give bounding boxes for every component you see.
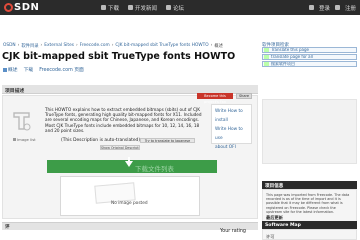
project-info-header: 项目信息 bbox=[262, 181, 357, 189]
register-icon bbox=[334, 5, 340, 10]
ad-placeholder bbox=[262, 99, 357, 164]
software-map-title: Software Map bbox=[265, 222, 301, 228]
fan-button[interactable]: Become this project's Fan bbox=[197, 93, 233, 104]
image-icon bbox=[13, 138, 16, 141]
download-label: 下载文件列表 bbox=[135, 165, 174, 173]
tab-download[interactable]: 下载 bbox=[24, 66, 34, 73]
tab-freecode-page[interactable]: Freecode.com 页面 bbox=[39, 66, 84, 73]
translate-select[interactable]: Translate this page bbox=[262, 47, 357, 53]
nav-item-download[interactable]: 下载 bbox=[101, 4, 119, 12]
no-image-text: No image posted bbox=[111, 201, 148, 206]
software-map-box: 许可 bbox=[262, 229, 357, 240]
account-nav: 登录 注册 bbox=[308, 0, 356, 15]
nav-label: 下载 bbox=[108, 5, 120, 12]
howto-links-box: Write How to install Write How to use ab… bbox=[211, 104, 252, 150]
login-link[interactable]: 登录 bbox=[319, 4, 330, 12]
show-original-button[interactable]: Show Original Description bbox=[100, 145, 140, 150]
breadcrumb: OSDN › 软件目录 › External Sites › Freecode.com… bbox=[3, 43, 223, 49]
translate-option[interactable]: translate page for all bbox=[262, 54, 357, 60]
forum-icon bbox=[166, 5, 172, 10]
share-button[interactable]: Share bbox=[236, 93, 252, 99]
last-update-label: 最后更新 bbox=[266, 215, 283, 221]
breadcrumb-item[interactable]: Freecode.com bbox=[80, 43, 110, 49]
translate-icon bbox=[264, 55, 269, 59]
translate-icon bbox=[264, 48, 269, 52]
logo-circle-icon bbox=[4, 3, 13, 12]
section-title: 项目描述 bbox=[5, 89, 25, 94]
project-tabs: 概述 下载 Freecode.com 页面 bbox=[3, 66, 84, 73]
page-title: CJK bit-mapped sbit TrueType fonts HOWTO bbox=[2, 51, 236, 62]
nav-item-news[interactable]: 开发新闻 bbox=[128, 4, 157, 12]
about-ofi-link[interactable]: about OFI bbox=[215, 143, 248, 152]
logo-text: SDN bbox=[14, 2, 40, 13]
project-info-text: This page was imported from Freecode. Th… bbox=[266, 193, 350, 214]
search-icon bbox=[264, 62, 269, 66]
download-arrow-icon bbox=[125, 161, 133, 167]
review-section-title: 评 bbox=[5, 225, 10, 230]
nav-label: 开发新闻 bbox=[135, 5, 158, 12]
breadcrumb-item[interactable]: External Sites bbox=[44, 43, 74, 49]
nav-item-forum[interactable]: 论坛 bbox=[166, 4, 184, 12]
breadcrumb-current: 概述 bbox=[214, 44, 223, 49]
image-list-link[interactable]: Image list bbox=[13, 137, 36, 142]
translate-button[interactable]: Try to translate to Japanese bbox=[140, 138, 195, 143]
main-nav: 下载 开发新闻 论坛 bbox=[101, 0, 184, 15]
breadcrumb-item[interactable]: 软件目录 bbox=[21, 43, 38, 49]
screenshot-placeholder: No image posted bbox=[60, 176, 200, 216]
software-map-header: Software Map bbox=[262, 221, 357, 229]
project-search-panel: Translate this page translate page for a… bbox=[262, 47, 357, 68]
project-image-icon bbox=[13, 112, 31, 131]
tab-overview[interactable]: 概述 bbox=[3, 66, 18, 73]
home-icon bbox=[3, 67, 7, 72]
project-description: This HOWTO explains how to extract embed… bbox=[45, 107, 202, 133]
news-icon bbox=[128, 5, 134, 10]
breadcrumb-item[interactable]: OSDN bbox=[3, 43, 16, 49]
login-icon bbox=[308, 5, 314, 10]
project-search-input[interactable]: 搜索软件项目 bbox=[262, 61, 357, 67]
download-button[interactable]: 下载文件列表 bbox=[47, 157, 217, 173]
write-usage-link[interactable]: Write How to use bbox=[215, 125, 248, 143]
breadcrumb-item[interactable]: CJK bit-mapped sbit TrueType fonts HOWTO bbox=[115, 43, 208, 49]
top-nav-bar: SDN 下载 开发新闻 论坛 登录 注册 bbox=[0, 0, 360, 15]
license-label: 许可 bbox=[266, 234, 275, 239]
osdn-logo[interactable]: SDN bbox=[3, 2, 39, 13]
download-icon bbox=[101, 5, 106, 10]
nav-label: 论坛 bbox=[173, 5, 185, 12]
auto-translated-note: (This Description is auto-translated) bbox=[61, 138, 141, 143]
project-info-title: 项目信息 bbox=[265, 183, 284, 189]
project-info-box: This page was imported from Freecode. Th… bbox=[262, 189, 357, 226]
your-rating-label: Your rating bbox=[220, 229, 246, 234]
register-link[interactable]: 注册 bbox=[345, 4, 356, 12]
write-install-link[interactable]: Write How to install bbox=[215, 107, 248, 125]
